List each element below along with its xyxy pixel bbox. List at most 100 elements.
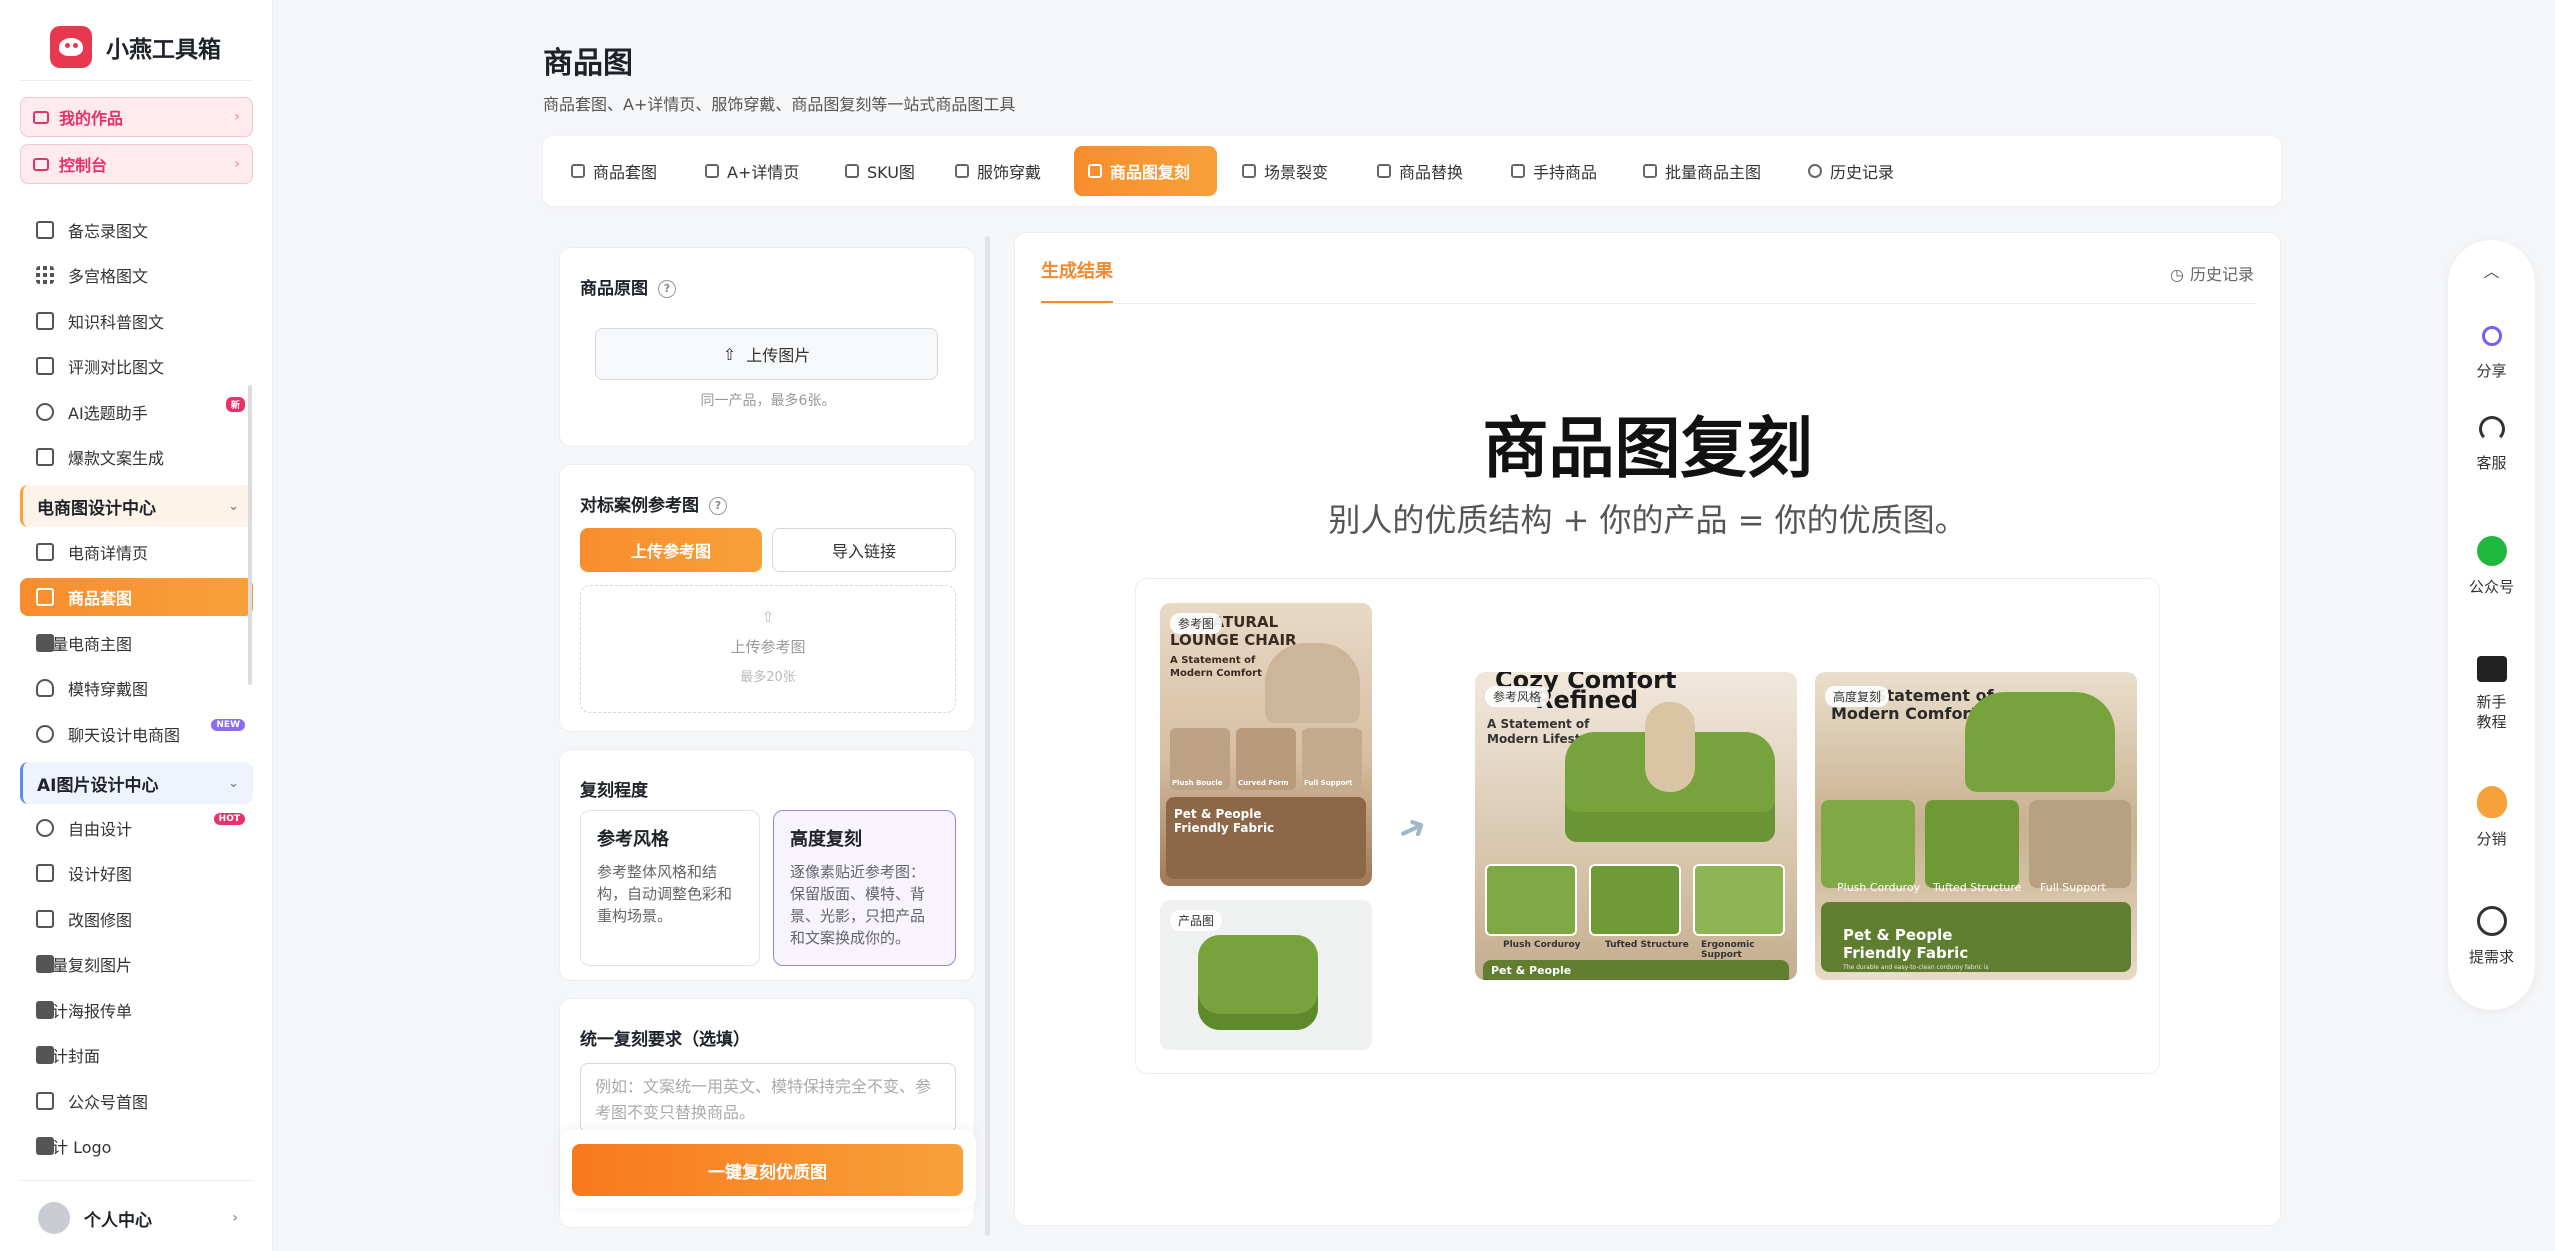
tab-replace[interactable]: 商品替换 (1363, 146, 1477, 196)
section-ecommerce[interactable]: 电商图设计中心 ⌄ (20, 485, 253, 527)
my-works-button[interactable]: 我的作品 › (20, 97, 253, 137)
help-icon[interactable]: ? (709, 497, 727, 515)
product-image: 产品图 (1160, 900, 1372, 1050)
sidebar-item-grid[interactable]: 多宫格图文 (20, 256, 253, 294)
requirement-textarea[interactable]: 例如：文案统一用英文、模特保持完全不变、参考图不变只替换商品。 (580, 1063, 956, 1133)
sidebar-item-chat-design[interactable]: 聊天设计电商图 NEW (20, 715, 253, 753)
sidebar-item-knowledge[interactable]: 知识科普图文 (20, 302, 253, 340)
chevron-down-icon: ⌄ (228, 498, 239, 514)
sidebar-item-label: 备忘录图文 (68, 222, 149, 241)
shopping-bag-icon (705, 164, 719, 178)
sidebar-item-wechat-cover[interactable]: 公众号首图 (20, 1082, 253, 1120)
sidebar-item-detail[interactable]: 电商详情页 (20, 533, 253, 571)
distribution-button[interactable]: 分销 (2448, 786, 2535, 849)
form-scrollbar[interactable] (985, 236, 990, 1236)
sidebar-item-product-set[interactable]: 商品套图 (20, 578, 253, 616)
tutorial-button[interactable]: 新手教程 (2448, 656, 2535, 732)
sidebar-item-good-image[interactable]: 设计好图 (20, 854, 253, 892)
support-button[interactable]: 客服 (2448, 416, 2535, 473)
image-icon (36, 1001, 54, 1019)
image-text: Refined (1535, 686, 1639, 714)
tab-history[interactable]: 历史记录 (1794, 146, 1908, 196)
sidebar-item-label: 商品套图 (68, 589, 133, 608)
share-icon (2481, 326, 2502, 346)
image-text: Full Support (1304, 779, 1353, 787)
sidebar-item-label: 设计好图 (68, 865, 133, 884)
chevron-right-icon: › (234, 156, 240, 172)
console-button[interactable]: 控制台 › (20, 144, 253, 184)
product-chair-shape (1198, 935, 1318, 1030)
sidebar-item-label: AI选题助手 (68, 404, 148, 423)
new-badge: NEW (211, 719, 245, 731)
profile-button[interactable]: 个人中心 › (38, 1202, 238, 1234)
history-link[interactable]: 历史记录 (2170, 261, 2254, 285)
import-link-button[interactable]: 导入链接 (772, 528, 956, 572)
option-style-reference[interactable]: 参考风格 参考整体风格和结构，自动调整色彩和重构场景。 (580, 810, 760, 966)
image-icon (1088, 164, 1102, 178)
chat-icon (36, 725, 54, 743)
sidebar-item-logo[interactable]: 设计 Logo (20, 1127, 253, 1165)
result-panel: 生成结果 历史记录 商品图复刻 别人的优质结构 + 你的产品 = 你的优质图。 … (1014, 232, 2281, 1226)
sidebar-scrollbar[interactable] (248, 385, 252, 685)
swatch (1821, 800, 1915, 888)
sidebar-item-batch-copy[interactable]: 批量复刻图片 (20, 945, 253, 983)
request-button[interactable]: 提需求 (2448, 906, 2535, 967)
option-title: 高度复刻 (790, 829, 862, 850)
tab-sku[interactable]: SKU图 (831, 146, 929, 196)
section-label: AI图片设计中心 (37, 775, 159, 796)
tab-apparel[interactable]: 服饰穿戴 (941, 146, 1055, 196)
tab-batch-main[interactable]: 批量商品主图 (1629, 146, 1775, 196)
card-title: 对标案例参考图? (580, 491, 727, 516)
image-text: Friendly Fabric (1843, 944, 1969, 962)
profile-label: 个人中心 (84, 1210, 152, 1231)
sidebar-item-free-design[interactable]: 自由设计 HOT (20, 809, 253, 847)
sidebar-item-batch-main[interactable]: 批量电商主图 (20, 624, 253, 662)
image-text: Plush Boucle (1172, 779, 1223, 787)
sidebar-item-review[interactable]: 评测对比图文 (20, 347, 253, 385)
dropzone-label: 上传参考图 (730, 638, 806, 656)
share-button[interactable]: 分享 (2448, 326, 2535, 381)
tab-product-set[interactable]: 商品套图 (557, 146, 671, 196)
collapse-button[interactable]: ︿ (2448, 258, 2535, 282)
float-toolbar: ︿ 分享 客服 公众号 新手教程 分销 提需求 (2448, 240, 2535, 1010)
grid-icon (845, 164, 859, 178)
section-ai-image[interactable]: AI图片设计中心 ⌄ (20, 762, 253, 804)
sidebar-item-memo[interactable]: 备忘录图文 (20, 211, 253, 249)
tab-aplus[interactable]: A+详情页 (691, 146, 813, 196)
upload-image-button[interactable]: 上传图片 (595, 328, 938, 380)
image-text: Modern Comfort (1170, 668, 1262, 679)
tab-label: 手持商品 (1533, 163, 1598, 182)
tab-scene-split[interactable]: 场景裂变 (1228, 146, 1342, 196)
pencil-icon (36, 910, 54, 928)
product-tag: 产品图 (1170, 910, 1223, 931)
book-icon (2476, 656, 2507, 682)
sidebar-item-copywriting[interactable]: 爆款文案生成 (20, 438, 253, 476)
image-icon (36, 955, 54, 973)
tab-label: 批量商品主图 (1665, 163, 1762, 182)
float-label: 新手教程 (2476, 693, 2507, 731)
replicate-submit-button[interactable]: 一键复刻优质图 (572, 1144, 963, 1196)
tab-label: A+详情页 (727, 163, 800, 182)
chair-shape (1265, 643, 1360, 723)
money-bag-icon (2476, 786, 2507, 818)
sidebar-item-model[interactable]: 模特穿戴图 (20, 669, 253, 707)
sidebar-item-label: 爆款文案生成 (68, 449, 165, 468)
option-high-replica[interactable]: 高度复刻 逐像素贴近参考图：保留版面、模特、背景、光影，只把产品和文案换成你的。 (773, 810, 956, 966)
reference-dropzone[interactable]: ⇧ 上传参考图 最多20张 (580, 585, 956, 713)
tab-results[interactable]: 生成结果 (1041, 257, 1113, 304)
sidebar-item-poster[interactable]: 设计海报传单 (20, 991, 253, 1029)
upload-reference-button[interactable]: 上传参考图 (580, 528, 762, 572)
sidebar-item-cover[interactable]: 设计封面 (20, 1036, 253, 1074)
tab-replicate[interactable]: 商品图复刻 (1074, 146, 1217, 196)
wechat-button[interactable]: 公众号 (2448, 536, 2535, 597)
sidebar-item-label: 公众号首图 (68, 1093, 149, 1112)
image-icon (36, 864, 54, 882)
logo[interactable]: 小燕工具箱 (50, 26, 221, 68)
sidebar-item-edit-image[interactable]: 改图修图 (20, 900, 253, 938)
option-desc: 逐像素贴近参考图：保留版面、模特、背景、光影，只把产品和文案换成你的。 (790, 863, 926, 947)
sidebar-item-ai-topic[interactable]: AI选题助手 新 (20, 393, 253, 431)
tab-handheld[interactable]: 手持商品 (1497, 146, 1611, 196)
tool-tabs: 商品套图 A+详情页 SKU图 服饰穿戴 商品图复刻 场景裂变 商品替换 手持商… (543, 136, 2281, 206)
compass-icon (36, 403, 54, 421)
help-icon[interactable]: ? (658, 280, 676, 298)
